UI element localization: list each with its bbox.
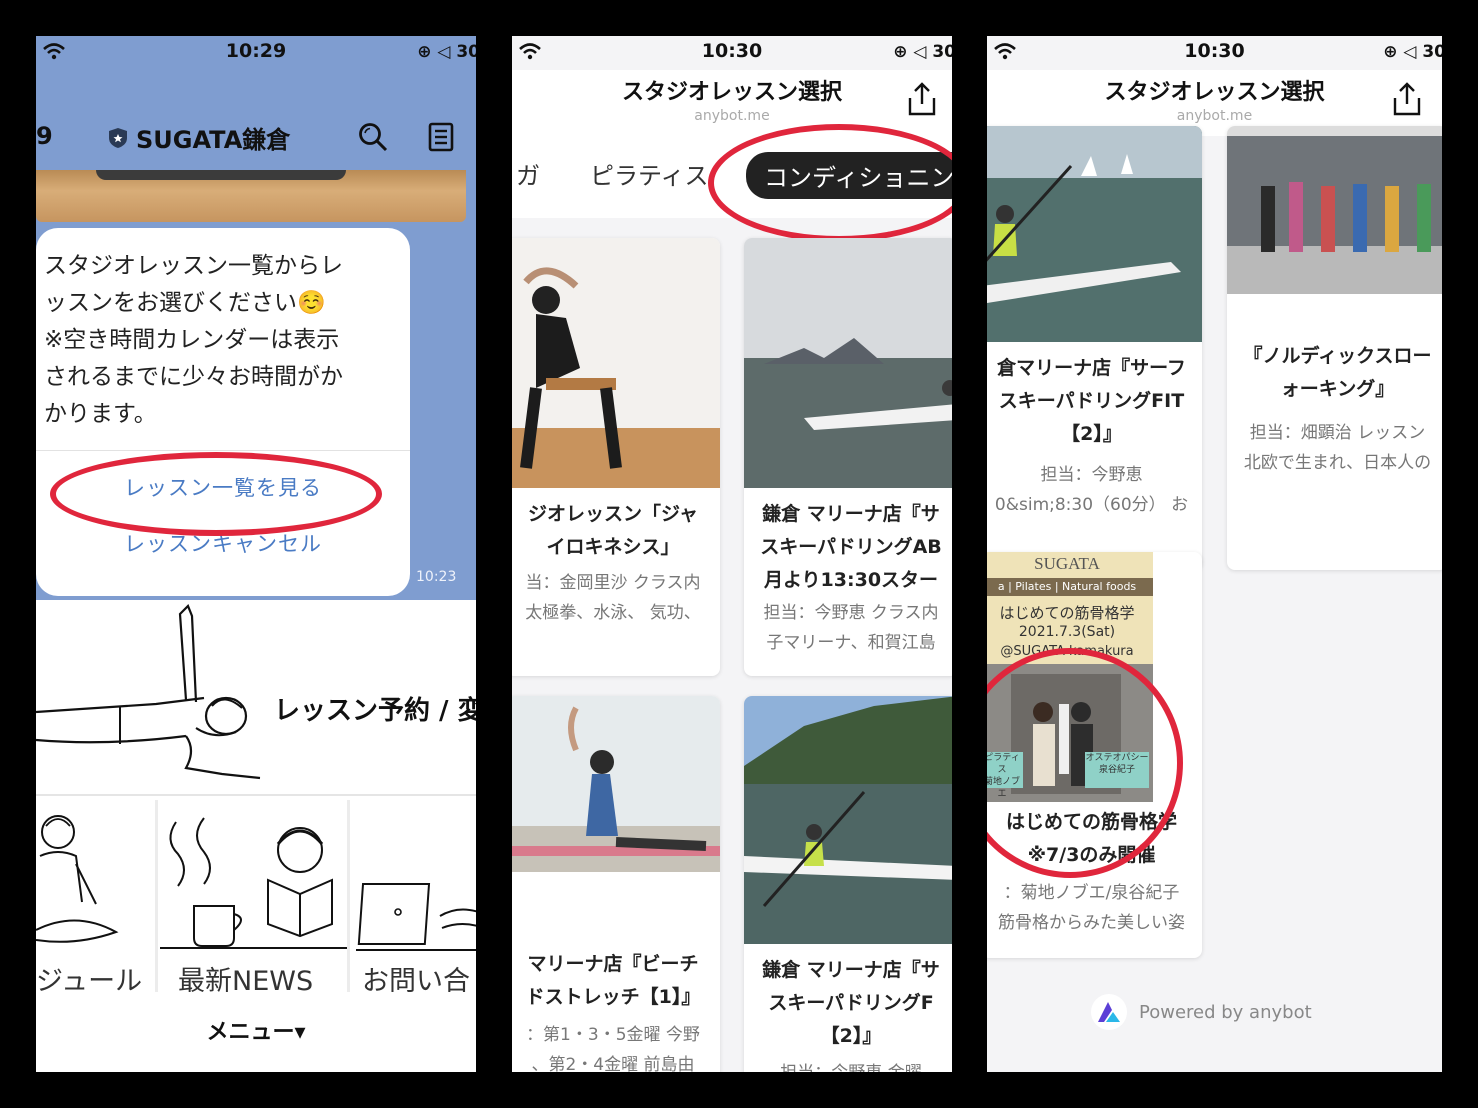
lesson-card[interactable]: 鎌倉 マリーナ店『サ スキーパドリングF 【2】』 担当：今野恵 金曜: [744, 696, 952, 1072]
poster-left-tag: ピラティス 菊地ノブエ: [987, 752, 1023, 799]
poster-heading: はじめての筋骨格学: [999, 604, 1135, 622]
lesson-description: ：第1・3・5金曜 今野 、第2・4金曜 前島由: [526, 1025, 700, 1072]
message-time: 10:23: [416, 569, 457, 585]
status-indicators: ⊕ ◁ 30: [1383, 42, 1442, 62]
status-time: 10:29: [225, 40, 287, 62]
back-count[interactable]: 9: [36, 122, 53, 150]
poster-venue: @SUGATA kamakura: [1000, 644, 1134, 659]
poster-tagline: a | Pilates | Natural foods: [987, 578, 1153, 596]
rich-menu: レッスン予約 / 変 ジュール 最新NEWS お問い合 メニュー▾: [36, 600, 476, 1072]
chat-title-text: SUGATA鎌倉: [136, 126, 291, 154]
bubble-divider: [36, 450, 410, 451]
cancel-lesson-button[interactable]: レッスンキャンセル: [36, 528, 410, 558]
lesson-title: 倉マリーナ店『サーフ スキーパドリングFIT 【2】』: [997, 357, 1186, 445]
status-indicators: ⊕ ◁ 30: [893, 42, 952, 62]
line-chat-screen: 10:29 ⊕ ◁ 30 9 SUGATA鎌倉 スタジオレッスン一覧からレ ッス…: [36, 36, 476, 1072]
poster-right-tag: オステオパシー 泉谷紀子: [1085, 752, 1149, 788]
laptop-illustration: [356, 883, 476, 951]
contact-label: お問い合: [362, 966, 470, 992]
lesson-description: 担当：今野恵 0&sim;8:30（60分） お: [994, 465, 1189, 515]
lesson-title: 『ノルディックスロー ォーキング』: [1243, 345, 1432, 400]
rich-menu-contact[interactable]: お問い合: [356, 800, 476, 992]
surfski-photo: [744, 238, 952, 488]
poster-date: 2021.7.3(Sat): [1018, 624, 1116, 640]
menu-toggle[interactable]: メニュー▾: [36, 1014, 476, 1046]
status-bar: 10:30 ⊕ ◁ 30: [512, 36, 952, 70]
page-domain: anybot.me: [1176, 108, 1253, 124]
reading-man-illustration: [160, 817, 347, 949]
lesson-card[interactable]: ジオレッスン「ジャ イロキネシス」 当：金岡里沙 クラス内 太極拳、水泳、 気功…: [512, 238, 720, 676]
share-icon[interactable]: [1391, 82, 1423, 116]
lesson-title: はじめての筋骨格学 ※7/3のみ開催: [1005, 811, 1177, 866]
meditating-woman-illustration: [36, 815, 119, 943]
tab-conditioning[interactable]: コンディショニン: [746, 152, 952, 199]
news-label: 最新NEWS: [178, 966, 314, 992]
lesson-description: 担当：今野恵 クラス内 子マリーナ、和賀江島: [763, 603, 939, 653]
powered-by[interactable]: Powered by anybot: [1091, 994, 1312, 1030]
tab-pilates[interactable]: ピラティス: [590, 156, 709, 191]
seminar-poster: SUGATA a | Pilates | Natural foods はじめての…: [987, 552, 1153, 802]
surfski-fit-photo: [987, 126, 1202, 342]
lesson-card[interactable]: 倉マリーナ店『サーフ スキーパドリングFIT 【2】』 担当：今野恵 0&sim…: [987, 126, 1202, 570]
powered-by-text: Powered by anybot: [1139, 1001, 1312, 1023]
page-title: スタジオレッスン選択: [1104, 80, 1325, 105]
gyrokinesis-photo: [512, 238, 720, 488]
lesson-description: 担当：畑顕治 レッスン 北欧で生まれ、日本人の: [1243, 423, 1432, 473]
lesson-title: ジオレッスン「ジャ イロキネシス」: [527, 503, 699, 558]
page-domain: anybot.me: [694, 108, 770, 124]
lesson-card[interactable]: マリーナ店『ビーチ ドストレッチ【1】』 ：第1・3・5金曜 今野 、第2・4金…: [512, 696, 720, 1072]
chat-header: 9 SUGATA鎌倉: [36, 70, 476, 170]
status-bar: 10:29 ⊕ ◁ 30: [36, 36, 476, 70]
stretching-woman-illustration: [36, 604, 261, 780]
lesson-description: 当：金岡里沙 クラス内 太極拳、水泳、 気功、: [525, 573, 701, 623]
page-header: スタジオレッスン選択 anybot.me: [512, 70, 952, 136]
lesson-description: 担当：今野恵 金曜: [744, 1058, 952, 1072]
notes-icon[interactable]: [426, 122, 456, 152]
lesson-list-screen-2: 10:30 ⊕ ◁ 30 スタジオレッスン選択 anybot.me 倉マリーナ店…: [987, 36, 1442, 1072]
status-time: 10:30: [701, 40, 763, 62]
nordic-walking-photo: [1227, 126, 1442, 294]
schedule-label: ジュール: [36, 966, 143, 992]
lesson-card[interactable]: 『ノルディックスロー ォーキング』 担当：畑顕治 レッスン 北欧で生まれ、日本人…: [1227, 126, 1442, 570]
rich-menu-reserve-area[interactable]: レッスン予約 / 変: [36, 600, 476, 796]
lesson-description: ：菊地ノブエ/泉谷紀子 筋骨格からみた美しい姿: [998, 883, 1185, 933]
status-bar: 10:30 ⊕ ◁ 30: [987, 36, 1442, 70]
rich-menu-news[interactable]: 最新NEWS: [160, 800, 350, 992]
status-time: 10:30: [1184, 40, 1245, 62]
lesson-card[interactable]: SUGATA a | Pilates | Natural foods はじめての…: [987, 552, 1202, 958]
search-icon[interactable]: [358, 122, 388, 152]
floor-shadow: [96, 170, 346, 180]
previous-image-message: [36, 170, 466, 222]
message-bubble: スタジオレッスン一覧からレ ッスンをお選びください☺️ ※空き時間カレンダーは表…: [36, 228, 410, 596]
page-title: スタジオレッスン選択: [621, 80, 842, 105]
share-icon[interactable]: [906, 82, 938, 116]
lesson-title: 鎌倉 マリーナ店『サ スキーパドリングAB 月より13:30スター: [760, 503, 942, 591]
beach-stretch-photo: [512, 696, 720, 872]
status-indicators: ⊕ ◁ 30: [417, 42, 476, 62]
lesson-list-screen-1: 10:30 ⊕ ◁ 30 スタジオレッスン選択 anybot.me ガ ピラティ…: [512, 36, 952, 1072]
category-tabs: ガ ピラティス コンディショニン: [512, 136, 952, 218]
poster-brand: SUGATA: [1034, 554, 1100, 573]
anybot-logo-icon: [1091, 994, 1127, 1030]
lesson-title: マリーナ店『ビーチ ドストレッチ【1】』: [525, 953, 701, 1008]
surfski-paddling-photo: [744, 696, 952, 944]
chat-title: SUGATA鎌倉: [108, 120, 290, 155]
tab-yoga[interactable]: ガ: [516, 156, 540, 191]
view-lessons-button[interactable]: レッスン一覧を見る: [36, 472, 410, 502]
verified-shield-icon: [109, 127, 127, 148]
reserve-label: レッスン予約 / 変: [274, 696, 476, 726]
lesson-title: 鎌倉 マリーナ店『サ スキーパドリングF 【2】』: [762, 959, 940, 1047]
rich-menu-schedule[interactable]: ジュール: [36, 800, 158, 992]
lesson-card[interactable]: 鎌倉 マリーナ店『サ スキーパドリングAB 月より13:30スター 担当：今野恵…: [744, 238, 952, 676]
message-text: スタジオレッスン一覧からレ ッスンをお選びください☺️ ※空き時間カレンダーは表…: [44, 253, 343, 427]
